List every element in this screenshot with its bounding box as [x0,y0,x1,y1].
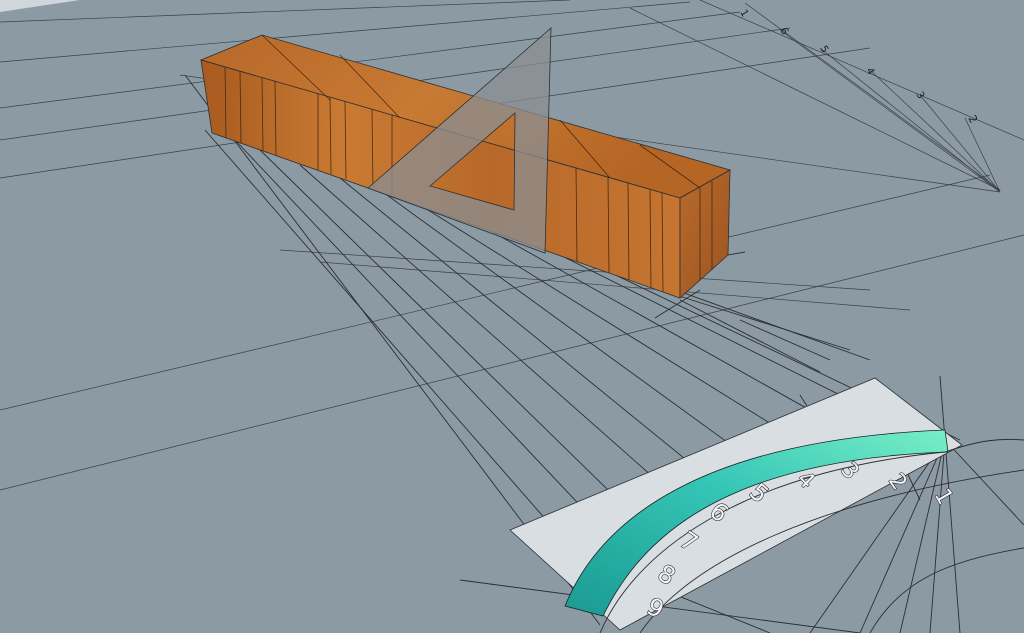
sundial-3d-scene: 1 2 3 4 5 6 7 8 9 1 6 5 4 3 2 [0,0,1024,633]
